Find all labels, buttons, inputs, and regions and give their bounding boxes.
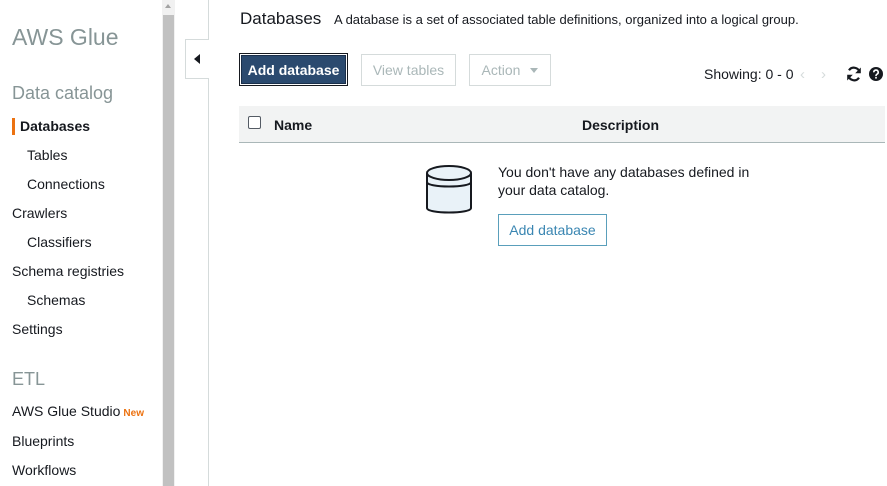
sidebar-item-classifiers[interactable]: Classifiers — [27, 234, 92, 250]
sidebar-item-schema-registries[interactable]: Schema registries — [12, 263, 124, 279]
help-icon[interactable] — [869, 67, 883, 81]
empty-state-add-database-button[interactable]: Add database — [498, 214, 607, 246]
active-indicator — [12, 118, 15, 135]
sidebar-item-crawlers[interactable]: Crawlers — [12, 205, 67, 221]
empty-state-message: You don't have any databases defined in … — [498, 164, 750, 198]
sidebar-item-tables[interactable]: Tables — [27, 147, 67, 163]
add-database-label: Add database — [241, 55, 346, 84]
sidebar-item-databases[interactable]: Databases — [20, 118, 90, 134]
section-title-data-catalog: Data catalog — [12, 83, 114, 103]
sidebar: AWS Glue Data catalog Databases Tables C… — [0, 0, 162, 486]
chevron-down-icon — [530, 67, 539, 73]
new-badge: New — [123, 408, 144, 419]
pagination-showing: Showing: 0 - 0 — [704, 66, 794, 82]
sidebar-item-settings[interactable]: Settings — [12, 321, 63, 337]
database-icon — [426, 165, 472, 214]
sidebar-item-glue-studio[interactable]: AWS Glue Studio New — [12, 403, 144, 419]
page-description: A database is a set of associated table … — [334, 12, 799, 27]
scroll-up-arrow-icon[interactable] — [162, 0, 175, 14]
select-all-checkbox[interactable] — [248, 116, 261, 129]
prev-page-icon[interactable]: ‹ — [800, 66, 805, 83]
view-tables-button[interactable]: View tables — [361, 54, 456, 86]
action-label: Action — [481, 62, 521, 78]
sidebar-item-label: AWS Glue Studio — [12, 403, 121, 419]
scroll-thumb[interactable] — [163, 15, 174, 486]
sidebar-item-connections[interactable]: Connections — [27, 176, 105, 192]
column-header-description[interactable]: Description — [582, 117, 659, 133]
sidebar-scrollbar[interactable] — [162, 0, 175, 486]
next-page-icon[interactable]: › — [821, 66, 826, 83]
table-header — [239, 106, 885, 143]
sidebar-item-schemas[interactable]: Schemas — [27, 292, 85, 308]
app-title: AWS Glue — [12, 24, 119, 50]
action-dropdown[interactable]: Action — [469, 54, 551, 86]
section-title-etl: ETL — [12, 369, 46, 389]
refresh-icon[interactable] — [846, 66, 862, 82]
column-header-name[interactable]: Name — [274, 117, 312, 133]
collapse-sidebar-button[interactable] — [185, 39, 209, 79]
page-title: Databases — [240, 9, 322, 28]
sidebar-item-workflows[interactable]: Workflows — [12, 462, 76, 478]
sidebar-item-blueprints[interactable]: Blueprints — [12, 433, 74, 449]
view-tables-label: View tables — [372, 62, 445, 78]
empty-state-add-database-label: Add database — [509, 222, 596, 238]
add-database-button[interactable]: Add database — [239, 53, 348, 86]
